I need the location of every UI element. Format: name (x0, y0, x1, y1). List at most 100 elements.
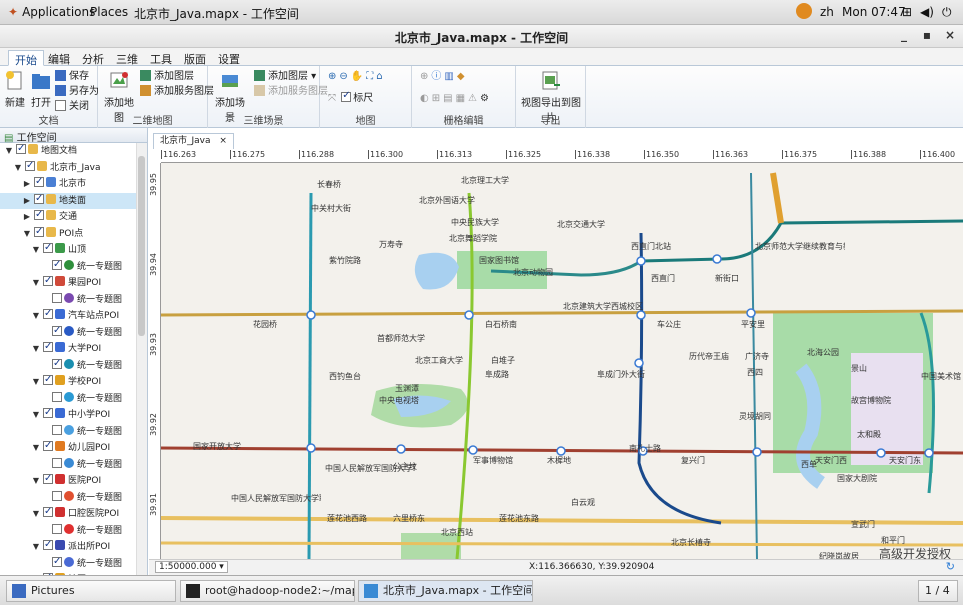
task-terminal[interactable]: root@hadoop-node2:~/mapgis10/pr... (180, 580, 355, 602)
map-canvas[interactable]: 北京理工大学 中关村大街 长春桥 北京外国语大学 中央民族大学 北京舞蹈学院 北京交通大学西… (161, 163, 963, 559)
tree-item[interactable]: 统一专题图 (0, 356, 136, 374)
grid-tools-row2[interactable]: ◐⊞▤▦⚠⚙ (420, 92, 492, 106)
layer-visibility-checkbox[interactable] (34, 191, 44, 207)
tree-item[interactable]: 统一专题图 (0, 523, 136, 539)
tree-item[interactable]: 统一专题图 (0, 490, 136, 506)
task-pictures[interactable]: Pictures (6, 580, 176, 602)
layer-visibility-checkbox[interactable] (43, 471, 53, 487)
tree-item[interactable]: 统一专题图 (0, 391, 136, 407)
layer-visibility-checkbox[interactable] (43, 438, 53, 454)
collapse-arrow-icon[interactable]: ▼ (13, 160, 23, 176)
tab-start[interactable]: 开始 (8, 50, 44, 67)
layer-visibility-checkbox[interactable] (52, 554, 62, 570)
clock[interactable]: Mon 07:47 (842, 5, 906, 19)
grid-icon[interactable]: ⊞ (432, 93, 443, 104)
tree-item[interactable]: ▼ 学校POI (0, 372, 136, 390)
tab-3d[interactable]: 三维 (110, 50, 144, 66)
layer-visibility-checkbox[interactable] (43, 504, 53, 520)
volume-icon[interactable]: ◀) (920, 5, 934, 19)
palette-icon[interactable]: ◆ (457, 71, 468, 82)
add-3d-service-layer-button[interactable]: 添加服务图层 (254, 85, 328, 99)
zoom-out-icon[interactable]: ⊖ (339, 71, 350, 82)
refresh-icon[interactable]: ⌂ (376, 71, 385, 82)
close-button[interactable]: × (941, 28, 959, 44)
tree-item[interactable]: ▼ 北京市_Java (0, 158, 136, 176)
layer-visibility-checkbox[interactable] (43, 372, 53, 388)
save-as-button[interactable]: 另存为 (55, 85, 99, 99)
user-avatar-icon[interactable] (796, 3, 812, 19)
tree-item[interactable]: ▶ 交通 (0, 207, 136, 225)
tab-layout[interactable]: 版面 (178, 50, 212, 66)
collapse-arrow-icon[interactable]: ▼ (31, 407, 41, 423)
info-icon[interactable]: ⓘ (431, 71, 444, 82)
full-extent-icon[interactable]: ⛶ (366, 71, 376, 82)
layer-visibility-checkbox[interactable] (52, 490, 62, 501)
tab-analysis[interactable]: 分析 (76, 50, 110, 66)
tree-item[interactable]: ▶ 北京市 (0, 174, 136, 192)
tree-item[interactable]: ▼ POI点 (0, 224, 136, 242)
tree-item[interactable]: ▼ 汽车站点POI (0, 306, 136, 324)
tree-item[interactable]: ▶ 地类面 (0, 191, 136, 209)
add-service-layer-button[interactable]: 添加服务图层 (140, 85, 214, 99)
layer-visibility-checkbox[interactable] (52, 356, 62, 372)
warning-icon[interactable]: ⚠ (468, 93, 480, 104)
collapse-arrow-icon[interactable]: ▼ (22, 226, 32, 242)
active-window-title[interactable]: 北京市_Java.mapx - 工作空间 (134, 5, 299, 22)
applications-menu[interactable]: ✦ Applications (8, 5, 95, 19)
tree-item[interactable]: 统一专题图 (0, 424, 136, 440)
task-mapgis[interactable]: 北京市_Java.mapx - 工作空间 (358, 580, 533, 602)
tree-item[interactable]: 统一专题图 (0, 323, 136, 341)
layer-visibility-checkbox[interactable] (52, 523, 62, 534)
tab-tools[interactable]: 工具 (144, 50, 178, 66)
contrast-icon[interactable]: ◐ (420, 93, 432, 104)
zoom-in-icon[interactable]: ⊕ (328, 71, 339, 82)
ruler-checkbox[interactable] (341, 89, 352, 103)
new-button[interactable]: 新建 (4, 70, 26, 109)
filter-icon[interactable]: ▦ (456, 93, 468, 104)
collapse-arrow-icon[interactable]: ▼ (31, 275, 41, 291)
layer-visibility-checkbox[interactable] (43, 339, 53, 355)
maximize-button[interactable]: ▪ (918, 28, 936, 44)
add-3d-layer-button[interactable]: 添加图层 ▾ (254, 70, 316, 84)
layer-visibility-checkbox[interactable] (52, 457, 62, 468)
layer-visibility-checkbox[interactable] (25, 158, 35, 174)
pan-icon[interactable]: ✋ (351, 71, 366, 82)
expand-arrow-icon[interactable]: ▶ (22, 209, 32, 225)
layer-visibility-checkbox[interactable] (43, 240, 53, 256)
layer-visibility-checkbox[interactable] (43, 273, 53, 289)
minimize-button[interactable]: _ (895, 28, 913, 44)
tree-scrollbar-thumb[interactable] (138, 156, 145, 336)
map-tools-row[interactable]: ⊕⊖✋⛶⌂ (328, 70, 386, 84)
tree-item[interactable]: ▼ 口腔医院POI (0, 504, 136, 522)
layer-visibility-checkbox[interactable] (43, 405, 53, 421)
grid-zoom-icon[interactable]: ⊕ (420, 71, 431, 82)
layer-visibility-checkbox[interactable] (52, 257, 62, 273)
tree-item[interactable]: ▼ 地图文档 (0, 143, 136, 159)
layer-visibility-checkbox[interactable] (34, 174, 44, 190)
tree-item[interactable]: 统一专题图 (0, 257, 136, 275)
collapse-arrow-icon[interactable]: ▼ (31, 440, 41, 456)
tree-item[interactable]: 统一专题图 (0, 292, 136, 308)
save-button[interactable]: 保存 (55, 70, 89, 84)
map-document-tab[interactable]: 北京市_Java × (153, 133, 234, 149)
layer-visibility-checkbox[interactable] (43, 306, 53, 322)
ruler-toggle[interactable]: ⤧ 标尺 (328, 89, 373, 106)
table-icon[interactable]: ▤ (443, 93, 455, 104)
collapse-arrow-icon[interactable]: ▼ (31, 341, 41, 357)
collapse-arrow-icon[interactable]: ▼ (31, 506, 41, 522)
tab-edit[interactable]: 编辑 (42, 50, 76, 66)
tab-close-icon[interactable]: × (219, 136, 227, 146)
tree-item[interactable]: 统一专题图 (0, 554, 136, 572)
places-menu[interactable]: Places (90, 5, 128, 19)
tree-item[interactable]: ▼ 医院POI (0, 471, 136, 489)
add-layer-button[interactable]: 添加图层 (140, 70, 194, 84)
collapse-arrow-icon[interactable]: ▼ (31, 374, 41, 390)
scale-selector[interactable]: 1:50000.000 ▾ (155, 561, 228, 573)
expand-arrow-icon[interactable]: ▶ (22, 176, 32, 192)
expand-arrow-icon[interactable]: ▶ (22, 193, 32, 209)
layer-visibility-checkbox[interactable] (34, 224, 44, 240)
layer-visibility-checkbox[interactable] (52, 292, 62, 303)
workspace-pager[interactable]: 1 / 4 (918, 580, 958, 602)
tree-item[interactable]: ▼ 幼儿园POI (0, 438, 136, 456)
refresh-map-icon[interactable]: ↻ (946, 560, 955, 573)
